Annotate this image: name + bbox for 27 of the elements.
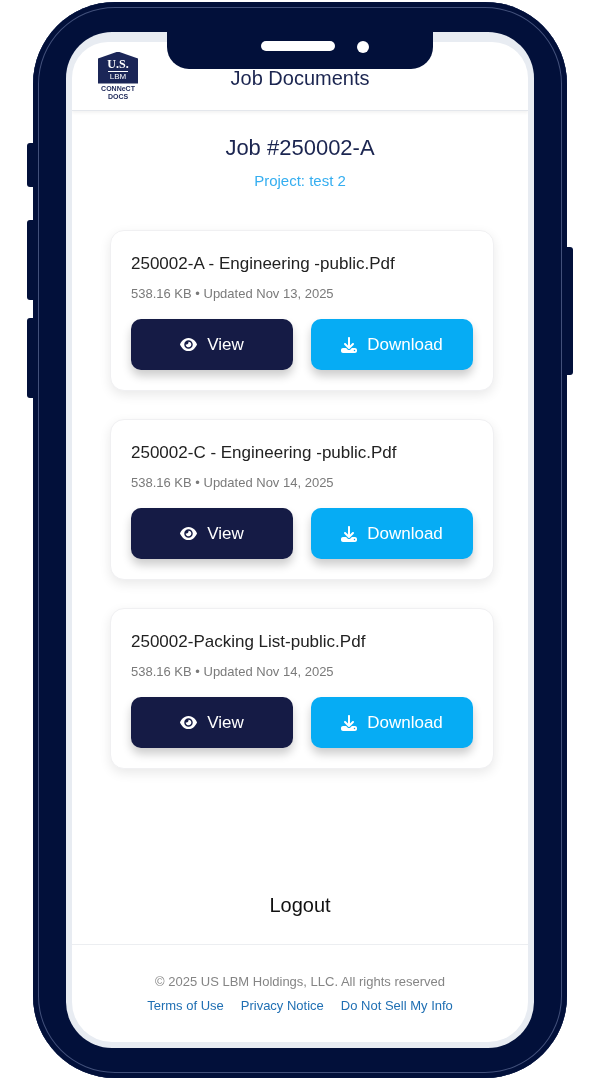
view-button[interactable]: View	[131, 319, 293, 370]
logo-text: U.S.	[107, 57, 129, 70]
logout-link[interactable]: Logout	[269, 891, 331, 919]
download-icon	[341, 714, 358, 731]
logo-subtext: LBM	[107, 70, 129, 81]
view-button[interactable]: View	[131, 697, 293, 748]
eye-icon	[180, 525, 198, 542]
download-icon	[341, 336, 358, 353]
document-name: 250002-C - Engineering -public.Pdf	[131, 442, 398, 464]
copyright-text: © 2025 US LBM Holdings, LLC. All rights reserved	[155, 974, 445, 990]
job-title: Job #250002-A	[225, 134, 375, 162]
document-name: 250002-Packing List-public.Pdf	[131, 631, 367, 653]
eye-icon	[180, 714, 198, 731]
camera-icon	[357, 41, 369, 53]
document-name: 250002-A - Engineering -public.Pdf	[131, 253, 396, 275]
page-title: Job Documents	[230, 65, 370, 91]
project-name: Project: test 2	[254, 171, 346, 191]
footer-link[interactable]: Privacy Notice	[240, 998, 324, 1014]
download-icon	[341, 525, 358, 542]
speaker-icon	[261, 41, 335, 51]
view-button[interactable]: View	[131, 508, 293, 559]
document-meta: 538.16 KB • Updated Nov 14, 2025	[131, 475, 335, 491]
footer-link[interactable]: Terms of Use	[147, 998, 224, 1014]
document-meta: 538.16 KB • Updated Nov 13, 2025	[131, 286, 335, 302]
footer-link[interactable]: Do Not Sell My Info	[340, 998, 453, 1014]
document-meta: 538.16 KB • Updated Nov 14, 2025	[131, 664, 335, 680]
eye-icon	[180, 336, 198, 353]
